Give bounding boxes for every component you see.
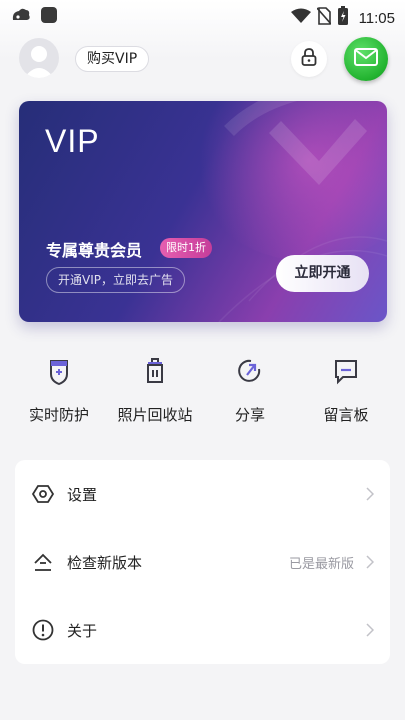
chevron-right-icon [366, 622, 375, 637]
list-item-about[interactable]: 关于 [15, 596, 390, 664]
action-message-board[interactable]: 留言板 [296, 356, 396, 425]
lock-icon [300, 47, 318, 71]
open-vip-button[interactable]: 立即开通 [276, 255, 369, 292]
battery-icon [337, 6, 349, 30]
list-item-label: 检查新版本 [67, 554, 143, 572]
chevron-right-icon [366, 554, 375, 569]
lock-button[interactable] [291, 41, 327, 77]
mail-icon [354, 48, 378, 70]
settings-list: 设置 检查新版本 已是最新版 关于 [15, 460, 390, 664]
action-photo-recycle-bin[interactable]: 照片回收站 [105, 356, 205, 425]
trash-icon [140, 356, 170, 386]
status-bar: 11:05 [0, 0, 405, 32]
vip-card[interactable]: VIP 专属尊贵会员 限时1折 开通VIP，立即去广告 立即开通 [19, 101, 387, 322]
update-icon [31, 550, 55, 574]
action-label: 留言板 [323, 406, 369, 424]
action-share[interactable]: 分享 [200, 356, 300, 425]
action-label: 分享 [234, 406, 265, 424]
quick-actions: 实时防护 照片回收站 分享 留言板 [0, 356, 405, 436]
info-icon [31, 618, 55, 642]
shield-icon [44, 356, 74, 386]
avatar[interactable] [19, 38, 59, 78]
share-icon [235, 356, 265, 386]
list-item-check-update[interactable]: 检查新版本 已是最新版 [15, 528, 390, 596]
vip-card-subtitle: 专属尊贵会员 [46, 241, 143, 260]
status-time: 11:05 [358, 9, 395, 27]
notification-icon [10, 6, 32, 28]
message-icon [331, 356, 361, 386]
list-item-value: 已是最新版 [288, 557, 354, 572]
remove-ads-pill: 开通VIP，立即去广告 [46, 267, 185, 293]
wifi-icon [290, 8, 311, 28]
action-label: 实时防护 [28, 406, 89, 424]
vip-card-title: VIP [45, 123, 100, 159]
no-sim-icon [315, 7, 332, 29]
mail-button[interactable] [344, 37, 388, 81]
list-item-settings[interactable]: 设置 [15, 460, 390, 528]
discount-badge: 限时1折 [160, 238, 212, 258]
buy-vip-button[interactable]: 购买VIP [75, 46, 150, 72]
chevron-right-icon [366, 486, 375, 501]
list-item-label: 关于 [67, 622, 98, 640]
action-realtime-protection[interactable]: 实时防护 [9, 356, 109, 425]
list-item-label: 设置 [67, 486, 98, 504]
action-label: 照片回收站 [117, 406, 193, 424]
app-icon [40, 6, 58, 28]
settings-icon [31, 482, 55, 506]
